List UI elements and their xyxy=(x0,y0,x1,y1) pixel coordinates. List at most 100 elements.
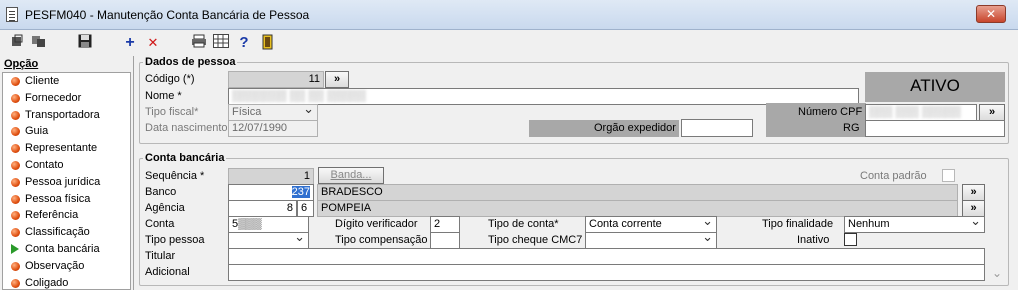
titular-field[interactable] xyxy=(228,248,985,265)
window-titlebar: PESFM040 - Manutenção Conta Bancária de … xyxy=(0,0,1018,30)
save-icon[interactable] xyxy=(76,34,94,52)
bullet-icon xyxy=(11,110,20,120)
toolbar: + ✕ ? xyxy=(0,31,1018,55)
option-item-representante[interactable]: Representante xyxy=(3,140,130,157)
tipo-cheque-select[interactable] xyxy=(585,232,717,249)
bullet-icon xyxy=(11,144,20,154)
navigate-icon[interactable] xyxy=(8,34,26,52)
conta-label: Conta xyxy=(145,218,175,230)
conta-padrao-checkbox[interactable] xyxy=(942,169,955,182)
copy-icon[interactable] xyxy=(30,34,48,52)
sequencia-field[interactable]: 1 xyxy=(228,168,314,185)
titular-label: Titular xyxy=(145,250,176,262)
tipo-compensacao-field[interactable] xyxy=(430,232,460,249)
cpf-label: Número CPF xyxy=(798,106,863,118)
tipo-conta-select[interactable]: Conta corrente xyxy=(585,216,717,233)
codigo-field[interactable]: 11 xyxy=(228,71,324,88)
scrollbar[interactable] xyxy=(990,184,1004,280)
window-title: PESFM040 - Manutenção Conta Bancária de … xyxy=(25,8,310,22)
agencia-name-field: POMPEIA xyxy=(317,200,958,217)
option-header: Opção xyxy=(4,58,39,70)
conta-padrao-label: Conta padrão xyxy=(860,170,927,182)
tipo-pessoa-select[interactable] xyxy=(228,232,309,249)
digito-verificador-field[interactable]: 2 xyxy=(430,216,460,233)
banda-button[interactable]: Banda... xyxy=(318,167,384,184)
chevron-down-icon xyxy=(970,217,982,232)
dados-pessoa-title: Dados de pessoa xyxy=(143,56,238,68)
banco-label: Banco xyxy=(145,186,177,198)
chevron-down-icon xyxy=(294,233,306,248)
orgao-expedidor-label: Orgão expedidor xyxy=(594,122,676,134)
agencia-field[interactable]: 8 xyxy=(228,200,297,217)
document-icon xyxy=(6,7,18,22)
option-item-classificacao[interactable]: Classificação xyxy=(3,224,130,241)
option-item-referencia[interactable]: Referência xyxy=(3,207,130,224)
calculator-icon[interactable] xyxy=(212,34,230,52)
close-button[interactable]: ✕ xyxy=(976,5,1006,23)
agencia-lookup-button[interactable]: » xyxy=(962,200,985,217)
option-list: Cliente Fornecedor Transportadora Guia R… xyxy=(2,72,131,290)
cpf-field[interactable]: ▒▒▒ ▒▒▒ ▒▒▒▒▒ xyxy=(865,104,977,121)
bullet-icon xyxy=(11,194,20,204)
option-item-transportadora[interactable]: Transportadora xyxy=(3,107,130,124)
help-icon[interactable]: ? xyxy=(235,34,253,52)
bullet-icon xyxy=(11,228,20,238)
codigo-label: Código (*) xyxy=(145,73,195,85)
option-item-fornecedor[interactable]: Fornecedor xyxy=(3,90,130,107)
cpf-lookup-button[interactable]: » xyxy=(979,104,1005,121)
conta-field[interactable]: 5▒▒▒ xyxy=(228,216,309,233)
bullet-icon xyxy=(11,77,20,86)
agencia-digit-field[interactable]: 6 xyxy=(297,200,314,217)
option-panel: Opção Cliente Fornecedor Transportadora … xyxy=(0,56,134,290)
codigo-lookup-button[interactable]: » xyxy=(325,71,349,88)
selected-arrow-icon xyxy=(11,243,19,254)
rg-field[interactable] xyxy=(865,120,1005,137)
nome-label: Nome * xyxy=(145,90,182,102)
delete-icon[interactable]: ✕ xyxy=(144,34,162,52)
tipo-pessoa-label: Tipo pessoa xyxy=(145,234,205,246)
exit-icon[interactable] xyxy=(259,34,277,52)
bullet-icon xyxy=(11,177,20,187)
option-item-pessoa-juridica[interactable]: Pessoa jurídica xyxy=(3,174,130,191)
add-icon[interactable]: + xyxy=(121,34,139,52)
nome-field[interactable]: ▒▒▒▒▒▒▒ ▒▒ ▒▒ ▒▒▒▒▒ xyxy=(228,88,859,105)
adicional-field[interactable] xyxy=(228,264,985,281)
tipo-fiscal-select[interactable]: Física xyxy=(228,104,318,121)
tipo-compensacao-label: Tipo compensação xyxy=(335,234,428,246)
tipo-conta-label: Tipo de conta* xyxy=(488,218,559,230)
print-icon[interactable] xyxy=(190,34,208,52)
chevron-down-icon xyxy=(702,217,714,232)
adicional-label: Adicional xyxy=(145,266,190,278)
tipo-fiscal-label: Tipo fiscal* xyxy=(145,106,199,118)
banco-name-field: BRADESCO xyxy=(317,184,958,201)
bullet-icon xyxy=(11,278,20,288)
digito-verificador-label: Dígito verificador xyxy=(335,218,418,230)
bullet-icon xyxy=(11,93,20,103)
option-item-guia[interactable]: Guia xyxy=(3,123,130,140)
agencia-label: Agência xyxy=(145,202,185,214)
inativo-checkbox[interactable] xyxy=(844,233,857,246)
inativo-label: Inativo xyxy=(797,234,830,246)
chevron-down-icon xyxy=(702,233,714,248)
data-nascimento-label: Data nascimento xyxy=(145,122,228,134)
option-item-observacao[interactable]: Observação xyxy=(3,258,130,275)
option-item-pessoa-fisica[interactable]: Pessoa física xyxy=(3,191,130,208)
option-item-coligado[interactable]: Coligado xyxy=(3,275,130,289)
bullet-icon xyxy=(11,211,20,221)
option-item-contato[interactable]: Contato xyxy=(3,157,130,174)
orgao-expedidor-field[interactable] xyxy=(681,119,753,137)
tipo-cheque-label: Tipo cheque CMC7 xyxy=(488,234,583,246)
option-item-conta-bancaria[interactable]: Conta bancária xyxy=(3,241,130,258)
status-badge: ATIVO xyxy=(865,72,1005,102)
rg-label: RG xyxy=(843,122,860,134)
sequencia-label: Sequência * xyxy=(145,170,205,182)
bullet-icon xyxy=(11,261,20,271)
banco-lookup-button[interactable]: » xyxy=(962,184,985,201)
chevron-down-icon xyxy=(303,105,315,120)
banco-code-field[interactable]: 237 xyxy=(228,184,314,201)
data-nascimento-field[interactable]: 12/07/1990 xyxy=(228,120,318,137)
option-item-cliente[interactable]: Cliente xyxy=(3,73,130,90)
tipo-finalidade-select[interactable]: Nenhum xyxy=(844,216,985,233)
conta-bancaria-title: Conta bancária xyxy=(143,152,227,164)
tipo-finalidade-label: Tipo finalidade xyxy=(762,218,834,230)
